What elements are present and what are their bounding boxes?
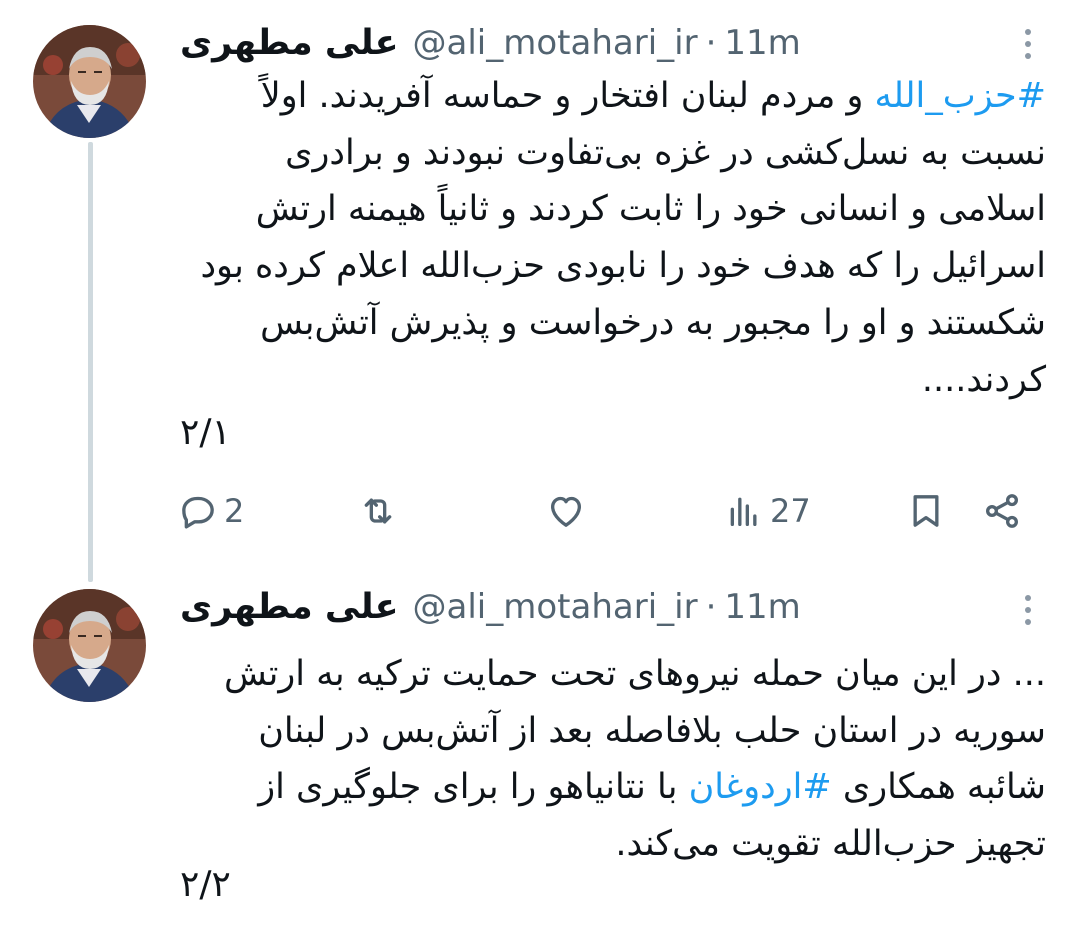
like-button[interactable] (546, 486, 586, 536)
tweet-text: ... در این میان حمله نیروهای تحت حمایت ت… (180, 646, 1046, 873)
share-icon (986, 494, 1018, 528)
more-vertical-icon[interactable] (1016, 24, 1040, 64)
author-handle[interactable]: @ali_motahari_ir (413, 587, 698, 627)
author-handle[interactable]: @ali_motahari_ir (413, 23, 698, 63)
retweet-icon (364, 498, 392, 524)
avatar[interactable] (33, 25, 146, 138)
tweet-header: علی مطهری @ali_motahari_ir · 11m (180, 582, 801, 632)
profile-photo (33, 589, 146, 702)
more-vertical-icon[interactable] (1016, 590, 1040, 630)
views-count: 27 (770, 492, 811, 530)
bookmark-icon (913, 495, 939, 527)
reply-count: 2 (224, 492, 245, 530)
analytics-bars-icon (730, 497, 757, 526)
hashtag-link[interactable]: #اردوغان (689, 767, 832, 807)
thread-index: ۲/۲ (180, 864, 231, 905)
reply-button[interactable]: 2 (178, 486, 244, 536)
hashtag-link[interactable]: #حزب_الله (875, 76, 1046, 116)
avatar[interactable] (33, 589, 146, 702)
tweet-text-body: و مردم لبنان افتخار و حماسه آفریدند. اول… (200, 76, 1046, 400)
author-name[interactable]: علی مطهری (180, 23, 399, 63)
profile-photo (33, 25, 146, 138)
heart-icon (551, 496, 581, 527)
thread-index: ۲/۱ (180, 412, 231, 453)
tweet-header: علی مطهری @ali_motahari_ir · 11m (180, 18, 801, 68)
retweet-button[interactable] (358, 486, 398, 536)
share-button[interactable] (982, 486, 1022, 536)
tweet-actions: 2 27 (178, 486, 1028, 536)
separator-dot: · (705, 23, 717, 63)
timestamp[interactable]: 11m (724, 23, 800, 63)
thread-connector-line (88, 142, 93, 582)
bookmark-button[interactable] (906, 486, 946, 536)
author-name[interactable]: علی مطهری (180, 587, 399, 627)
separator-dot: · (705, 587, 717, 627)
timestamp[interactable]: 11m (724, 587, 800, 627)
views-button[interactable]: 27 (724, 486, 811, 536)
reply-bubble-icon (182, 496, 214, 529)
tweet-text: #حزب_الله و مردم لبنان افتخار و حماسه آف… (180, 68, 1046, 408)
